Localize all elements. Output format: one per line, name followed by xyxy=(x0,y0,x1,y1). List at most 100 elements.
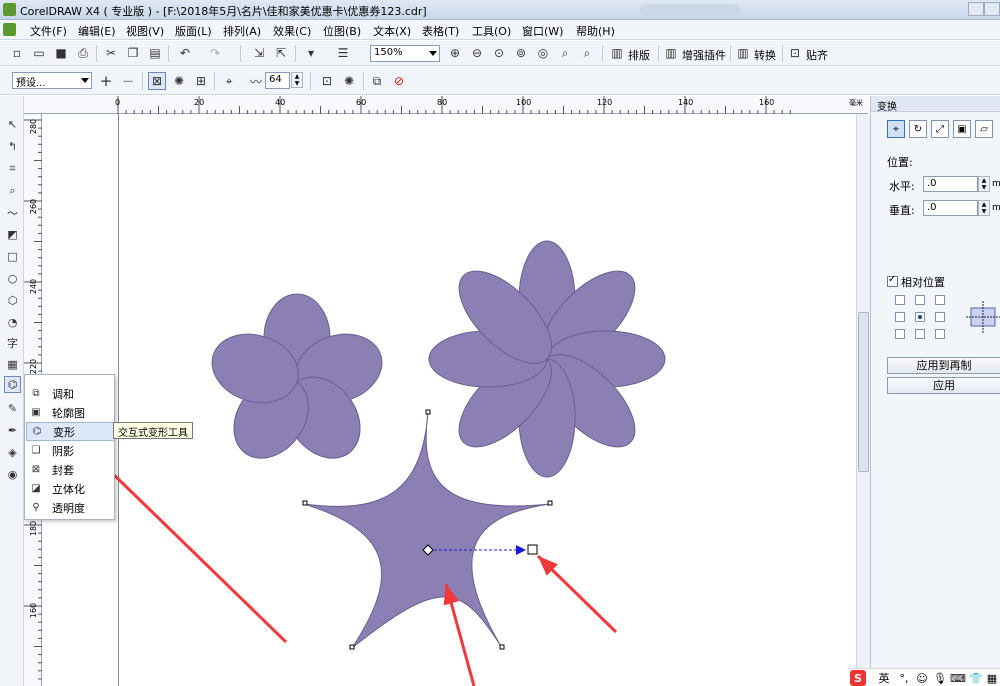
blend-tool-item[interactable]: ⧉ 调和 xyxy=(26,384,115,403)
new-document-icon[interactable]: ▫ xyxy=(8,44,26,62)
anchor-center[interactable] xyxy=(915,312,925,322)
print-icon[interactable]: ⎙ xyxy=(74,44,92,62)
distort-tool-item[interactable]: ⌬ 变形 xyxy=(26,422,115,441)
anchor-bottom-left[interactable] xyxy=(895,329,905,339)
anchor-middle-right[interactable] xyxy=(935,312,945,322)
anchor-bottom-right[interactable] xyxy=(935,329,945,339)
save-icon[interactable]: ■ xyxy=(52,44,70,62)
polygon-tool-icon[interactable]: ⬡ xyxy=(4,292,21,309)
welcome-screen-icon[interactable]: ☰ xyxy=(334,44,352,62)
ellipse-tool-icon[interactable]: ○ xyxy=(4,270,21,287)
anchor-bottom-center[interactable] xyxy=(915,329,925,339)
application-launcher-icon[interactable]: ▾ xyxy=(302,44,320,62)
zoom-levels-select[interactable]: 150% xyxy=(370,45,440,62)
snap-plugin-label[interactable]: 贴齐 xyxy=(806,47,828,63)
convert-plugin-label[interactable]: 转换 xyxy=(754,47,776,63)
convert-to-curves-icon[interactable]: ✺ xyxy=(340,72,358,90)
scale-tab[interactable]: ⤢ xyxy=(931,120,949,138)
scrollbar-thumb[interactable] xyxy=(858,312,869,472)
eight-petal-flower-shape[interactable] xyxy=(428,240,666,478)
envelope-tool-item[interactable]: ⊠ 封套 xyxy=(26,460,115,479)
handle[interactable] xyxy=(349,644,355,650)
drawing-canvas[interactable] xyxy=(42,114,856,686)
horizontal-ruler[interactable]: 0 20 40 60 80 100 120 140 160 毫米 xyxy=(24,96,868,114)
zoom-tool-icon[interactable]: ⌕ xyxy=(4,182,21,199)
apply-button[interactable]: 应用 xyxy=(887,377,1000,394)
horizontal-spinner[interactable]: ▲ ▼ xyxy=(978,176,990,192)
menu-file[interactable]: 文件(F) xyxy=(30,23,67,39)
keyboard-icon[interactable]: ⌨ xyxy=(950,670,966,686)
menu-edit[interactable]: 编辑(E) xyxy=(78,23,116,39)
center-distortion-icon[interactable]: ⊡ xyxy=(318,72,336,90)
enhance-plugin-icon[interactable]: ▥ xyxy=(662,44,680,62)
add-new-distortion-icon[interactable]: ⌖ xyxy=(220,72,238,90)
menu-view[interactable]: 视图(V) xyxy=(126,23,164,39)
interactive-fill-tool-icon[interactable]: ◉ xyxy=(4,466,21,483)
zoom-height-icon[interactable]: ⌕ xyxy=(578,44,596,62)
drop-shadow-tool-item[interactable]: ❑ 阴影 xyxy=(26,441,115,460)
zoom-out-icon[interactable]: ⊖ xyxy=(468,44,486,62)
anchor-middle-left[interactable] xyxy=(895,312,905,322)
push-pull-distortion-icon[interactable]: ⊠ xyxy=(148,72,166,90)
cut-icon[interactable]: ✂ xyxy=(102,44,120,62)
four-petal-flower-shape[interactable] xyxy=(203,293,391,473)
transparency-tool-item[interactable]: ⚲ 透明度 xyxy=(26,498,115,517)
amplitude-spinner[interactable]: ▲ ▼ xyxy=(291,72,303,88)
menu-text[interactable]: 文本(X) xyxy=(373,23,411,39)
open-folder-icon[interactable]: ▭ xyxy=(30,44,48,62)
toolbox-icon[interactable]: ▦ xyxy=(984,670,1000,686)
distortion-end-handle[interactable] xyxy=(527,544,538,555)
skin-icon[interactable]: 👕 xyxy=(968,670,984,686)
convert-plugin-icon[interactable]: ▥ xyxy=(734,44,752,62)
zoom-in-icon[interactable]: ⊕ xyxy=(446,44,464,62)
emoji-icon[interactable]: ☺ xyxy=(914,670,930,686)
menu-table[interactable]: 表格(T) xyxy=(422,23,459,39)
apply-to-duplicate-button[interactable]: 应用到再制 xyxy=(887,357,1000,374)
rectangle-tool-icon[interactable]: □ xyxy=(4,248,21,265)
pick-tool-icon[interactable]: ↖ xyxy=(4,116,21,133)
menu-tools[interactable]: 工具(O) xyxy=(472,23,511,39)
size-tab[interactable]: ▣ xyxy=(953,120,971,138)
layout-plugin-icon[interactable]: ▥ xyxy=(608,44,626,62)
contour-tool-item[interactable]: ▣ 轮廓图 xyxy=(26,403,115,422)
undo-icon[interactable]: ↶ xyxy=(176,44,194,62)
twister-distortion-icon[interactable]: ⊞ xyxy=(192,72,210,90)
zoom-page-icon[interactable]: ◎ xyxy=(534,44,552,62)
freehand-tool-icon[interactable]: 〜 xyxy=(4,204,21,221)
skew-tab[interactable]: ▱ xyxy=(975,120,993,138)
vertical-input[interactable]: .0 xyxy=(923,200,978,216)
copy-distortion-icon[interactable]: ⧉ xyxy=(368,72,386,90)
anchor-top-right[interactable] xyxy=(935,295,945,305)
layout-plugin-label[interactable]: 排版 xyxy=(628,47,650,63)
eyedropper-tool-icon[interactable]: ✎ xyxy=(4,400,21,417)
zoom-width-icon[interactable]: ⌕ xyxy=(556,44,574,62)
restore-button[interactable] xyxy=(984,2,1000,16)
position-tab[interactable]: ⌖ xyxy=(887,120,905,138)
menu-arrange[interactable]: 排列(A) xyxy=(223,23,261,39)
table-tool-icon[interactable]: ▦ xyxy=(4,356,21,373)
clear-distortion-icon[interactable]: ⊘ xyxy=(390,72,408,90)
handle[interactable] xyxy=(425,409,431,415)
redo-icon[interactable]: ↷ xyxy=(206,44,224,62)
menu-layout[interactable]: 版面(L) xyxy=(175,23,212,39)
menu-effects[interactable]: 效果(C) xyxy=(273,23,311,39)
enhance-plugin-label[interactable]: 增强插件 xyxy=(682,47,726,63)
copy-icon[interactable]: ❐ xyxy=(124,44,142,62)
horizontal-input[interactable]: .0 xyxy=(923,176,978,192)
menu-bitmaps[interactable]: 位图(B) xyxy=(323,23,361,39)
handle[interactable] xyxy=(499,644,505,650)
language-toggle[interactable]: 英 xyxy=(876,670,892,686)
shape-tool-icon[interactable]: ↰ xyxy=(4,138,21,155)
basic-shapes-tool-icon[interactable]: ◔ xyxy=(4,314,21,331)
fill-tool-icon[interactable]: ◈ xyxy=(4,444,21,461)
anchor-top-center[interactable] xyxy=(915,295,925,305)
zipper-distortion-icon[interactable]: ✺ xyxy=(170,72,188,90)
vertical-scrollbar[interactable] xyxy=(856,114,870,686)
export-icon[interactable]: ⇱ xyxy=(272,44,290,62)
remove-preset-icon[interactable]: − xyxy=(119,72,137,90)
vertical-spinner[interactable]: ▲ ▼ xyxy=(978,200,990,216)
rotate-tab[interactable]: ↻ xyxy=(909,120,927,138)
minimize-button[interactable] xyxy=(968,2,984,16)
sogou-logo-icon[interactable]: S xyxy=(850,670,866,686)
outline-tool-icon[interactable]: ✒ xyxy=(4,422,21,439)
